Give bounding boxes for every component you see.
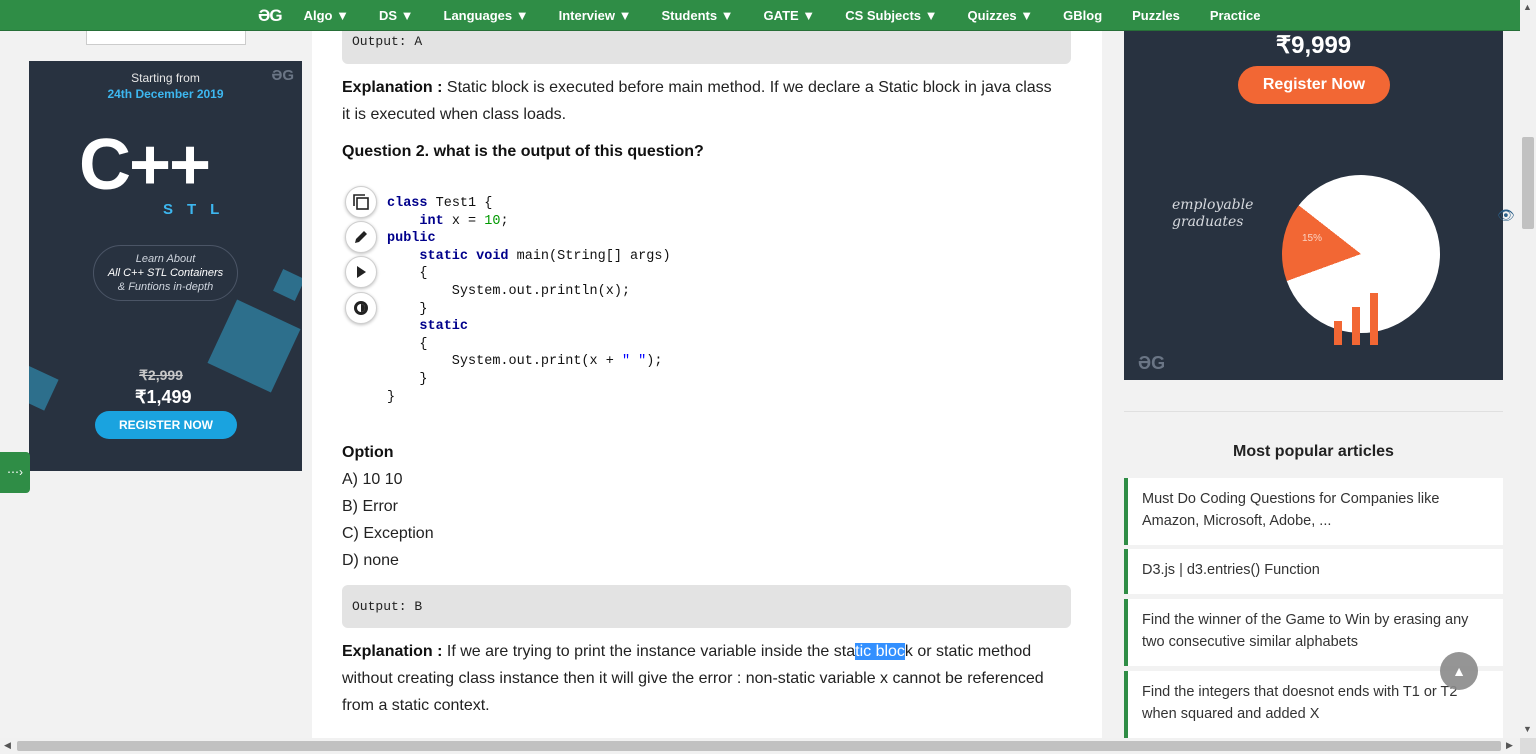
option-a: A) 10 10 (342, 471, 403, 488)
output-box-a: Output: A (342, 31, 1071, 64)
scroll-left-arrow-icon[interactable]: ◀ (4, 740, 11, 751)
article-content: Output: A Explanation : Static block is … (312, 31, 1102, 738)
cpp-stl-ad-banner[interactable]: Starting from 24th December 2019 ƏG C++ … (29, 61, 302, 471)
scroll-to-top-button[interactable]: ▲ (1440, 652, 1478, 690)
run-icon (357, 266, 366, 278)
question-2-heading: Question 2. what is the output of this q… (342, 143, 704, 160)
nav-item-puzzles[interactable]: Puzzles (1132, 8, 1180, 23)
nav-item-languages[interactable]: Languages ▼ (444, 8, 529, 23)
code-block: class Test1 { int x = 10; public static … (387, 196, 671, 405)
ad-pie-illustration (1259, 152, 1463, 356)
horizontal-scrollbar[interactable]: ◀ ▶ (0, 738, 1520, 754)
ad-old-price: ₹2,999 (139, 367, 183, 383)
copy-code-button[interactable] (345, 186, 377, 218)
left-sidebar: Starting from 24th December 2019 ƏG C++ … (0, 31, 312, 738)
ad-course-title: C++ (79, 125, 211, 205)
option-d: D) none (342, 552, 399, 569)
ad-price: ₹9,999 (1275, 32, 1352, 59)
nav-item-quizzes[interactable]: Quizzes ▼ (968, 8, 1034, 23)
option-heading: Option (342, 444, 394, 461)
ad-date-text: 24th December 2019 (107, 87, 224, 101)
decorative-cube (29, 365, 59, 411)
nav-item-ds[interactable]: DS ▼ (379, 8, 414, 23)
scroll-down-arrow-icon[interactable]: ▼ (1523, 724, 1532, 734)
copy-icon (353, 194, 369, 210)
ad-starting-text: Starting from (131, 71, 200, 85)
vertical-scrollbar[interactable]: ▲ ▼ (1520, 0, 1536, 738)
sidebar-divider (1124, 411, 1503, 412)
nav-item-interview[interactable]: Interview ▼ (559, 8, 632, 23)
side-drawer-tab[interactable]: ⋯› (0, 452, 30, 493)
toggle-theme-button[interactable] (345, 292, 377, 324)
popular-articles-title: Most popular articles (1233, 443, 1394, 460)
ad-learn-line-2: All C++ STL Containers (107, 267, 224, 279)
horizontal-scroll-thumb[interactable] (17, 741, 1501, 751)
theme-icon (354, 301, 368, 315)
arrow-right-icon: ⋯› (7, 465, 23, 479)
scrollbar-corner (1520, 738, 1536, 754)
left-sidebar-box (86, 31, 246, 45)
vertical-scroll-thumb[interactable] (1522, 137, 1534, 229)
selected-text: tic bloc (855, 643, 905, 660)
decorative-cube (273, 269, 302, 301)
ad-register-button[interactable]: REGISTER NOW (95, 411, 237, 439)
popular-article-link[interactable]: Must Do Coding Questions for Companies l… (1124, 478, 1503, 545)
ad-employable-label: employable graduates (1172, 197, 1254, 230)
eye-icon[interactable]: 👁 (1497, 207, 1517, 223)
output-box-b: Output: B (342, 585, 1071, 628)
site-logo[interactable]: ƏG (258, 6, 283, 26)
ad-course-subtitle: STL (163, 201, 234, 218)
nav-item-students[interactable]: Students ▼ (661, 8, 733, 23)
explanation-2-label: Explanation : (342, 643, 443, 660)
course-ad-banner[interactable]: ₹9,999 Register Now employable graduates… (1124, 31, 1503, 380)
gfg-logo: ƏG (1138, 353, 1166, 373)
edit-icon (355, 231, 367, 243)
ad-pie-percent: 15% (1302, 233, 1323, 244)
ad-bar-illustration (1334, 321, 1342, 345)
ad-bar-illustration (1370, 293, 1378, 345)
ad-register-now-button[interactable]: Register Now (1238, 66, 1390, 104)
edit-code-button[interactable] (345, 221, 377, 253)
nav-item-practice[interactable]: Practice (1210, 8, 1261, 23)
run-code-button[interactable] (345, 256, 377, 288)
right-sidebar: ₹9,999 Register Now employable graduates… (1102, 31, 1520, 738)
ad-learn-line-3: & Funtions in-depth (117, 281, 214, 293)
scroll-up-arrow-icon[interactable]: ▲ (1523, 2, 1532, 12)
ad-new-price: ₹1,499 (135, 387, 192, 407)
page-body: Starting from 24th December 2019 ƏG C++ … (0, 31, 1520, 738)
ad-bar-illustration (1352, 307, 1360, 345)
scroll-right-arrow-icon[interactable]: ▶ (1506, 740, 1513, 751)
decorative-cube (207, 299, 301, 393)
top-navbar: ƏG Algo ▼ DS ▼ Languages ▼ Interview ▼ S… (0, 0, 1520, 31)
explanation-1-label: Explanation : (342, 79, 443, 96)
explanation-2-text-start: If we are trying to print the instance v… (442, 643, 856, 660)
explanation-1-text: Static block is executed before main met… (342, 79, 1052, 123)
nav-item-gblog[interactable]: GBlog (1063, 8, 1102, 23)
gfg-logo: ƏG (271, 67, 294, 84)
option-b: B) Error (342, 498, 398, 515)
ad-learn-badge: Learn About All C++ STL Containers & Fun… (93, 245, 238, 301)
ad-learn-line-1: Learn About (135, 253, 196, 265)
nav-item-gate[interactable]: GATE ▼ (764, 8, 816, 23)
arrow-up-icon: ▲ (1452, 663, 1466, 679)
explanation-2: Explanation : If we are trying to print … (342, 638, 1062, 719)
option-c: C) Exception (342, 525, 434, 542)
nav-item-algo[interactable]: Algo ▼ (304, 8, 349, 23)
nav-item-cs-subjects[interactable]: CS Subjects ▼ (845, 8, 937, 23)
explanation-1: Explanation : Static block is executed b… (342, 74, 1062, 128)
popular-article-link[interactable]: D3.js | d3.entries() Function (1124, 549, 1503, 594)
